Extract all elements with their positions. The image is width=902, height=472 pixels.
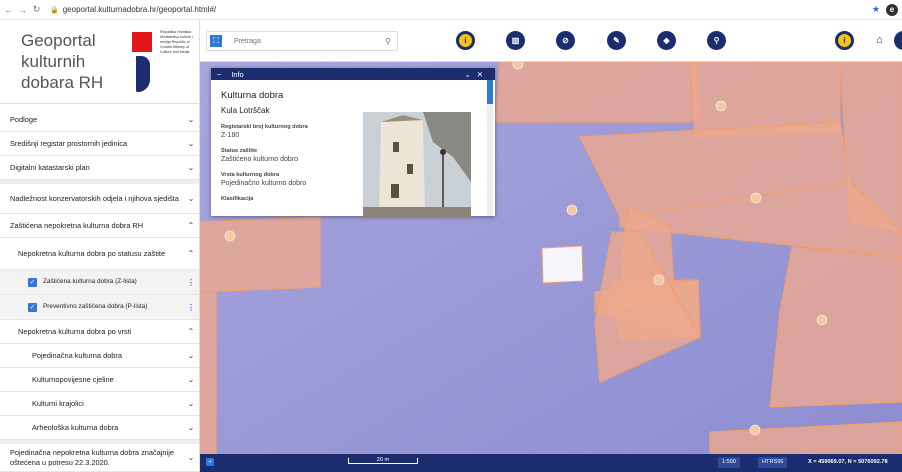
- minimize-icon[interactable]: −: [217, 70, 221, 79]
- info-icon[interactable]: i: [835, 31, 854, 50]
- chevron-down-icon: ⌄: [187, 139, 195, 148]
- sidebar: Geoportal kulturnih dobara RH Republika …: [0, 20, 200, 472]
- menu-item-podloge[interactable]: Podloge ⌄: [0, 108, 199, 132]
- chevron-up-icon: ⌃: [187, 327, 195, 336]
- draw-tool-icon[interactable]: ✎: [607, 31, 626, 50]
- forward-icon[interactable]: →: [17, 5, 28, 15]
- info-panel-controls: ⌄✕: [465, 70, 489, 79]
- info-tool-icon[interactable]: i: [456, 31, 475, 50]
- menu-item-cjeline[interactable]: Kulturnopovijesne cjeline ⌄: [0, 368, 199, 392]
- chevron-down-icon: ⌄: [187, 399, 195, 408]
- selected-parcel[interactable]: [541, 245, 584, 284]
- chevron-down-icon: ⌄: [187, 115, 195, 124]
- reload-icon[interactable]: ↻: [31, 4, 42, 15]
- map-marker-icon[interactable]: [715, 100, 727, 112]
- parcel: [769, 246, 902, 408]
- map-marker-icon[interactable]: [224, 230, 236, 242]
- menu-item-arheoloska[interactable]: Arheološka kulturna dobra ⌄: [0, 416, 199, 440]
- chevron-up-icon: ⌃: [187, 221, 195, 230]
- info-field: Status zaštite Zaštićeno kulturno dobro: [221, 148, 299, 163]
- zoom-scale-select[interactable]: 1:500: [718, 457, 740, 468]
- heritage-photo[interactable]: [363, 112, 471, 218]
- layers-icon[interactable]: ◆: [657, 31, 676, 50]
- search-input[interactable]: [234, 37, 364, 45]
- info-scrollbar[interactable]: [487, 80, 493, 216]
- link-tool-icon[interactable]: ⊘: [556, 31, 575, 50]
- menu-item-krajolici[interactable]: Kulturni krajolici ⌄: [0, 392, 199, 416]
- parcel: [200, 291, 217, 472]
- more-options-icon[interactable]: ⋮: [182, 278, 199, 287]
- info-field: Registarski broj kulturnog dobra Z-180: [221, 124, 308, 139]
- chevron-down-icon: ⌄: [187, 423, 195, 432]
- expand-icon[interactable]: ⛶: [210, 35, 222, 47]
- info-panel-title: Info: [231, 69, 244, 79]
- zoom-search-icon[interactable]: ⚲: [707, 31, 726, 50]
- ministry-text: Republika Hrvatska Ministarstvo kulture …: [160, 30, 193, 54]
- logo: Geoportal kulturnih dobara RH Republika …: [0, 20, 199, 104]
- menu-item-zasticena-dobra[interactable]: Zaštićena nepokretna kulturna dobra RH ⌃: [0, 214, 199, 238]
- status-bar: + 20 m 1:500 HTRS96 X = 459069.07, N = 5…: [200, 454, 902, 472]
- map-toolbar: ⛶ ⚲ i ▥ ⊘ ✎ ◆ ⚲ i ⌂ ●: [200, 20, 902, 62]
- expand-panel-icon[interactable]: +: [206, 458, 214, 466]
- chevron-down-icon: ⌄: [187, 375, 195, 384]
- info-panel-body: Kulturna dobra Kula Lotrščak Registarski…: [211, 80, 487, 218]
- map-marker-icon[interactable]: [749, 424, 761, 436]
- chevron-down-icon: ⌄: [187, 453, 195, 462]
- chevron-up-icon: ⌃: [187, 249, 195, 258]
- menu-item-nadleznost[interactable]: Nadležnost konzervatorskih odjela i njih…: [0, 180, 199, 214]
- info-field: Vrsta kulturnog dobra Pojedinačno kultur…: [221, 172, 307, 187]
- map-marker-icon[interactable]: [653, 274, 665, 286]
- menu-item-po-statusu[interactable]: Nepokretna kulturna dobra po statusu zaš…: [0, 238, 199, 270]
- close-icon[interactable]: ✕: [477, 70, 489, 79]
- address-bar[interactable]: 🔒 geoportal.kulturnadobra.hr/geoportal.h…: [50, 5, 216, 14]
- scale-bar: 20 m: [348, 457, 418, 464]
- info-panel-header[interactable]: − Info ⌄✕: [211, 68, 495, 80]
- layer-z-lista[interactable]: ✓ Zaštićena kulturna dobra (Z-lista) ⋮: [0, 270, 199, 295]
- map-marker-icon[interactable]: [816, 314, 828, 326]
- profile-icon[interactable]: e: [886, 4, 898, 16]
- scrollbar-thumb[interactable]: [487, 80, 493, 104]
- info-heading: Kulturna dobra: [221, 90, 284, 101]
- map-marker-icon[interactable]: [512, 62, 524, 70]
- menu-item-pojedinacna[interactable]: Pojedinačna kulturna dobra ⌄: [0, 344, 199, 368]
- map-marker-icon[interactable]: [750, 192, 762, 204]
- chevron-down-icon: ⌄: [187, 163, 195, 172]
- info-panel: − Info ⌄✕ Kulturna dobra Kula Lotrščak R…: [211, 68, 495, 218]
- home-icon[interactable]: ⌂: [870, 31, 889, 50]
- browser-toolbar: ← → ↻ 🔒 geoportal.kulturnadobra.hr/geopo…: [0, 0, 902, 20]
- info-field: Klasifikacija: [221, 196, 254, 202]
- map-layers-tool-icon[interactable]: ▥: [506, 31, 525, 50]
- user-icon[interactable]: ●: [894, 31, 902, 50]
- url-text: geoportal.kulturnadobra.hr/geoportal.htm…: [62, 5, 217, 14]
- logo-title: Geoportal kulturnih dobara RH: [21, 31, 104, 92]
- menu-item-sredisnji-registar[interactable]: Središnji registar prostornih jedinica ⌄: [0, 132, 199, 156]
- coordinates-readout: X = 459069.07, N = 5076092.78: [808, 459, 888, 465]
- chevron-down-icon: ⌄: [187, 351, 195, 360]
- menu-item-potres[interactable]: Pojedinačna nepokretna kulturna dobra zn…: [0, 440, 199, 472]
- layer-p-lista[interactable]: ✓ Preventivno zaštićena dobra (P-lista) ⋮: [0, 295, 199, 320]
- more-options-icon[interactable]: ⋮: [182, 303, 199, 312]
- tower-photo-svg: [363, 112, 471, 218]
- back-icon[interactable]: ←: [3, 5, 14, 15]
- chevron-down-icon: ⌄: [187, 194, 195, 203]
- menu-item-po-vrsti[interactable]: Nepokretna kulturna dobra po vrsti ⌃: [0, 320, 199, 344]
- search-icon[interactable]: ⚲: [385, 37, 391, 46]
- search-box[interactable]: ⛶ ⚲: [206, 31, 398, 51]
- checkbox-checked-icon[interactable]: ✓: [28, 277, 37, 287]
- parcel: [200, 216, 321, 293]
- parcel: [494, 62, 701, 123]
- croatia-logo-comma: [136, 56, 150, 92]
- menu-item-katastarski-plan[interactable]: Digitalni katastarski plan ⌄: [0, 156, 199, 180]
- bookmark-star-icon[interactable]: ★: [872, 4, 880, 15]
- map-marker-icon[interactable]: [566, 204, 578, 216]
- lock-icon: 🔒: [50, 6, 59, 14]
- croatia-logo-red-square: [132, 32, 152, 52]
- crs-select[interactable]: HTRS96: [758, 457, 788, 468]
- collapse-icon[interactable]: ⌄: [465, 70, 477, 79]
- checkbox-checked-icon[interactable]: ✓: [28, 302, 37, 312]
